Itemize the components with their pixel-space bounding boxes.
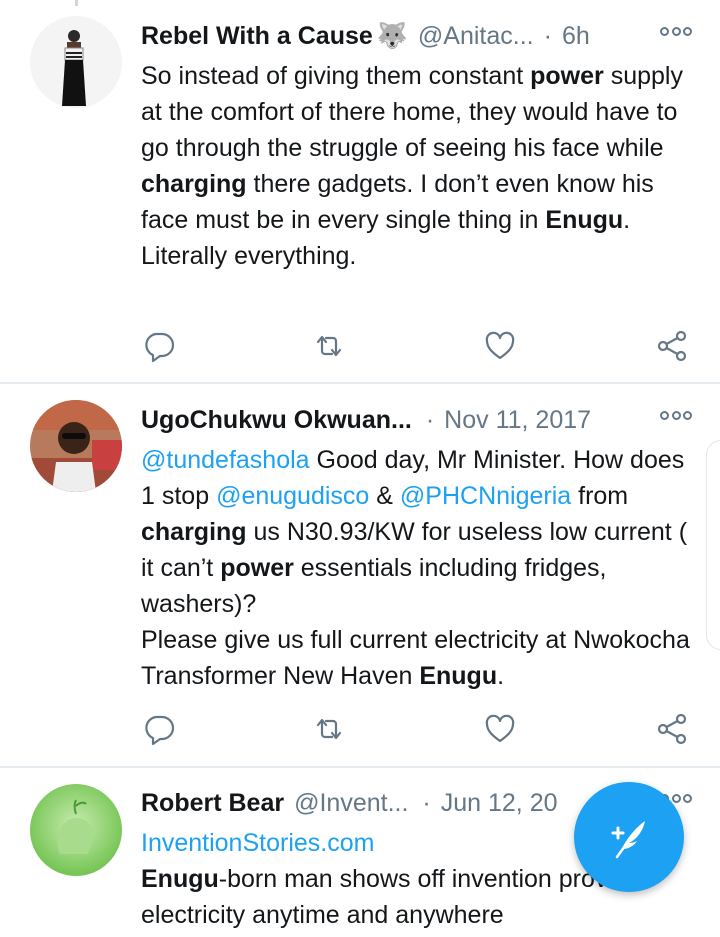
highlighted-keyword: charging (141, 170, 247, 198)
timestamp[interactable]: Nov 11, 2017 (444, 406, 591, 435)
share-icon[interactable] (654, 711, 690, 747)
tweet-link[interactable]: InventionStories.com (141, 829, 374, 857)
like-icon[interactable] (482, 328, 518, 364)
reply-icon[interactable] (141, 328, 177, 364)
more-icon[interactable] (660, 408, 692, 422)
compose-tweet-icon (611, 821, 645, 859)
timestamp[interactable]: Jun 12, 20 (441, 789, 558, 818)
avatar[interactable] (30, 16, 122, 108)
separator-dot: · (425, 405, 435, 434)
tweet-text-segment: Please give us full current electricity … (141, 626, 690, 690)
separator-dot: · (422, 788, 431, 817)
reply-icon[interactable] (141, 711, 177, 747)
highlighted-keyword: Enugu (141, 865, 219, 893)
avatar[interactable] (30, 784, 122, 876)
tweet-link[interactable]: @tundefashola (141, 446, 310, 474)
like-icon[interactable] (482, 711, 518, 747)
handle[interactable]: @Anitac... (418, 22, 534, 51)
tweet-text-segment: -born man shows off invention provides e… (141, 865, 654, 929)
tweet-link[interactable]: @enugudisco (216, 482, 369, 510)
tweet-link[interactable]: @PHCNnigeria (400, 482, 571, 510)
more-icon[interactable] (660, 24, 692, 38)
tweet-text: So instead of giving them constant power… (141, 58, 701, 274)
tweet-text-segment: So instead of giving them constant (141, 62, 531, 90)
tweet-actions (141, 328, 701, 364)
tweet-text: @tundefashola Good day, Mr Minister. How… (141, 442, 701, 694)
highlighted-keyword: charging (141, 518, 247, 546)
retweet-icon[interactable] (311, 328, 347, 364)
share-icon[interactable] (654, 328, 690, 364)
display-name[interactable]: UgoChukwu Okwuan... (141, 406, 412, 435)
highlighted-keyword: Enugu (419, 662, 498, 690)
compose-tweet-button[interactable] (574, 782, 684, 892)
tweet-text-segment: . (497, 662, 505, 690)
highlighted-keyword: power (220, 554, 294, 582)
name-emoji: 🐺 (376, 21, 408, 50)
display-name[interactable]: Rebel With a Cause (141, 22, 373, 51)
avatar[interactable] (30, 400, 122, 492)
display-name[interactable]: Robert Bear (141, 789, 284, 818)
tweet-text-segment: & (369, 482, 400, 510)
tweet-actions (141, 711, 701, 747)
tweet-2[interactable]: UgoChukwu Okwuan... · Nov 11, 2017 @tund… (0, 384, 720, 767)
handle[interactable]: @Invent... (294, 789, 408, 818)
tweet-1[interactable]: Rebel With a Cause 🐺 @Anitac... · 6h So … (0, 0, 720, 382)
highlighted-keyword: Enugu (545, 206, 624, 234)
tweet-text-segment: from (571, 482, 629, 510)
separator-dot: · (543, 21, 552, 50)
scroll-handle[interactable] (706, 440, 720, 650)
retweet-icon[interactable] (311, 711, 347, 747)
highlighted-keyword: power (530, 62, 604, 90)
timestamp[interactable]: 6h (562, 22, 590, 51)
